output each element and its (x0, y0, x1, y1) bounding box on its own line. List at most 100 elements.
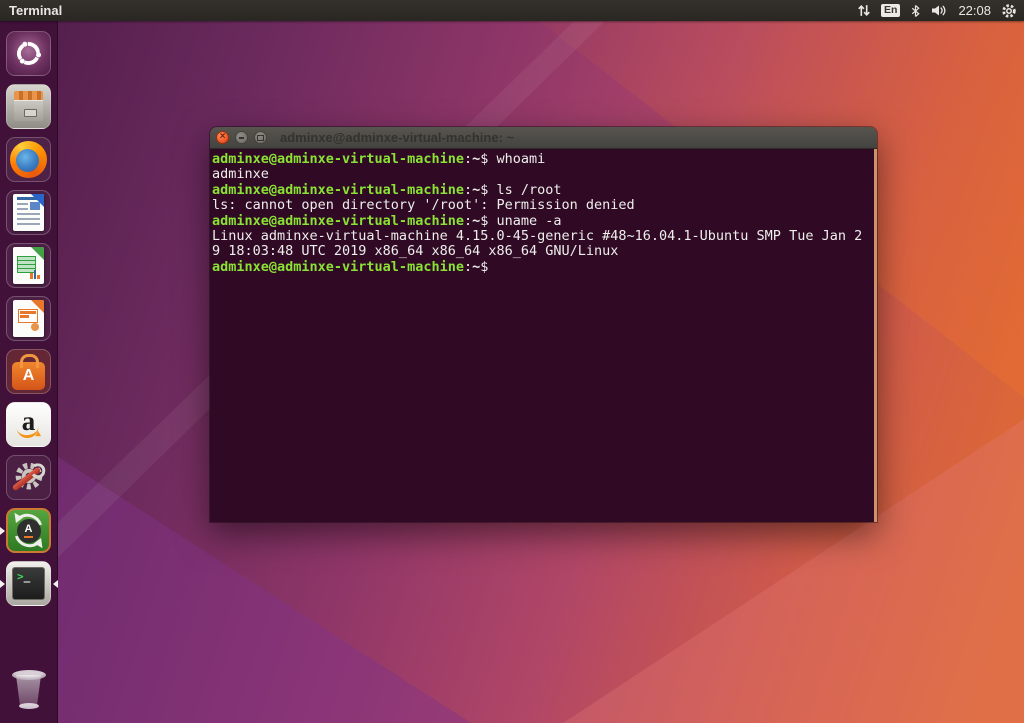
terminal-text-segment: whoami (496, 151, 546, 167)
terminal-text-segment: : (463, 212, 473, 229)
terminal-line: adminxe@adminxe-virtual-machine:~$ (212, 258, 871, 275)
launcher-item-settings[interactable] (0, 455, 58, 500)
launcher-item-writer[interactable] (0, 190, 58, 235)
terminal-text-segment: adminxe@adminxe-virtual-machine (212, 258, 464, 275)
desktop: Terminal En 22:08 A a A >_ × adminxe@adm… (0, 0, 1024, 723)
terminal-text-segment: : (463, 181, 473, 198)
trash-base (18, 702, 39, 709)
doc-line (17, 208, 28, 210)
system-tray: En 22:08 (857, 3, 1017, 19)
terminal-text-segment: adminxe (212, 166, 269, 183)
ubuntu-dash-icon (6, 31, 51, 76)
network-traffic-icon[interactable] (857, 4, 871, 17)
updater-badge: A (16, 518, 41, 543)
prompt-glyph: > (17, 570, 24, 583)
folder-strip (14, 91, 43, 100)
doc-line (17, 203, 28, 205)
trash-rim (11, 669, 46, 680)
drawer-handle (24, 109, 37, 117)
firefox-icon (6, 137, 51, 182)
doc-image (30, 202, 40, 210)
active-app-name[interactable]: Terminal (9, 3, 62, 18)
shopping-bag: A (12, 354, 45, 390)
focused-indicator (52, 579, 58, 588)
launcher-item-trash[interactable] (0, 666, 58, 711)
clock[interactable]: 22:08 (958, 3, 991, 18)
keyboard-layout-indicator[interactable]: En (881, 4, 901, 17)
launcher-item-amazon[interactable]: a (0, 402, 58, 447)
window-titlebar[interactable]: adminxe@adminxe-virtual-machine: ~ (210, 127, 877, 149)
terminal-line: adminxe@adminxe-virtual-machine:~$ whoam… (212, 151, 871, 167)
terminal-icon: >_ (6, 561, 51, 606)
libreoffice-writer-icon (6, 190, 51, 235)
terminal-output[interactable]: adminxe@adminxe-virtual-machine:~$ whoam… (210, 149, 877, 522)
terminal-text-segment: : (463, 258, 473, 275)
firefox-globe (10, 141, 47, 178)
terminal-icon-screen: >_ (12, 567, 45, 600)
libreoffice-impress-icon (6, 296, 51, 341)
doc-line (17, 218, 40, 220)
launcher-item-files[interactable] (0, 84, 58, 129)
terminal-text-segment: 9 18:03:48 UTC 2019 x86_64 x86_64 x86_64… (212, 243, 619, 260)
launcher-item-firefox[interactable] (0, 137, 58, 182)
top-panel: Terminal En 22:08 (0, 0, 1024, 21)
launcher-item-impress[interactable] (0, 296, 58, 341)
terminal-window: adminxe@adminxe-virtual-machine: ~ admin… (209, 126, 878, 523)
files-icon (6, 84, 51, 129)
terminal-text-segment: $ (480, 258, 497, 275)
mini-chart (30, 269, 41, 279)
terminal-text-segment: ls: cannot open directory '/root': Permi… (212, 197, 635, 214)
bag-letter: A (22, 367, 35, 384)
slide-dot (31, 323, 39, 331)
launcher-item-dash[interactable] (0, 31, 58, 76)
launcher-item-software[interactable]: A (0, 349, 58, 394)
terminal-text-segment: ls /root (496, 181, 562, 198)
system-settings-icon (6, 455, 51, 500)
amazon-icon: a (6, 402, 51, 447)
terminal-scrollbar[interactable] (874, 149, 877, 522)
bluetooth-icon[interactable] (910, 4, 921, 18)
terminal-line: adminxe@adminxe-virtual-machine:~$ ls /r… (212, 181, 871, 198)
volume-icon[interactable] (931, 4, 948, 17)
running-indicator (0, 579, 5, 588)
terminal-line: Linux adminxe-virtual-machine 4.15.0-45-… (212, 228, 871, 245)
launcher-item-terminal[interactable]: >_ (0, 561, 58, 606)
terminal-line: ls: cannot open directory '/root': Permi… (212, 198, 871, 213)
updater-underline (24, 535, 33, 538)
impress-page (13, 300, 44, 337)
terminal-line: 9 18:03:48 UTC 2019 x86_64 x86_64 x86_64… (212, 244, 871, 259)
session-gear-icon[interactable] (1001, 3, 1017, 19)
slide-thumb (18, 309, 38, 323)
terminal-text-segment: Linux adminxe-virtual-machine 4.15.0-45-… (212, 228, 863, 245)
maximize-button[interactable] (254, 131, 267, 144)
doc-line (17, 213, 40, 215)
writer-page (13, 194, 44, 231)
running-indicator (0, 526, 5, 535)
terminal-text-segment: adminxe@adminxe-virtual-machine (212, 151, 464, 167)
terminal-text-segment: adminxe@adminxe-virtual-machine (212, 181, 464, 198)
terminal-text-segment: $ (480, 212, 497, 229)
terminal-text-segment: $ (480, 181, 497, 198)
terminal-text-segment: uname -a (496, 212, 562, 229)
terminal-line: adminxe@adminxe-virtual-machine:~$ uname… (212, 212, 871, 229)
launcher-item-calc[interactable] (0, 243, 58, 288)
firefox-globe-core (16, 149, 39, 172)
doc-line (17, 223, 40, 225)
updater-letter: A (24, 522, 33, 535)
window-title: adminxe@adminxe-virtual-machine: ~ (280, 130, 515, 145)
amazon-smile-arrow (16, 424, 40, 440)
terminal-text-segment: : (463, 151, 473, 167)
trash-icon (11, 669, 46, 709)
close-button[interactable] (216, 131, 229, 144)
launcher-item-updater[interactable]: A (0, 508, 58, 553)
cursor-glyph: _ (23, 570, 31, 583)
unity-launcher: A a A >_ (0, 21, 58, 723)
calc-page (13, 247, 44, 284)
minimize-button[interactable] (235, 131, 248, 144)
software-updater-icon: A (6, 508, 51, 553)
libreoffice-calc-icon (6, 243, 51, 288)
terminal-line: adminxe (212, 167, 871, 182)
ubuntu-software-icon: A (6, 349, 51, 394)
terminal-text-segment: adminxe@adminxe-virtual-machine (212, 212, 464, 229)
terminal-text-segment: $ (480, 151, 497, 167)
